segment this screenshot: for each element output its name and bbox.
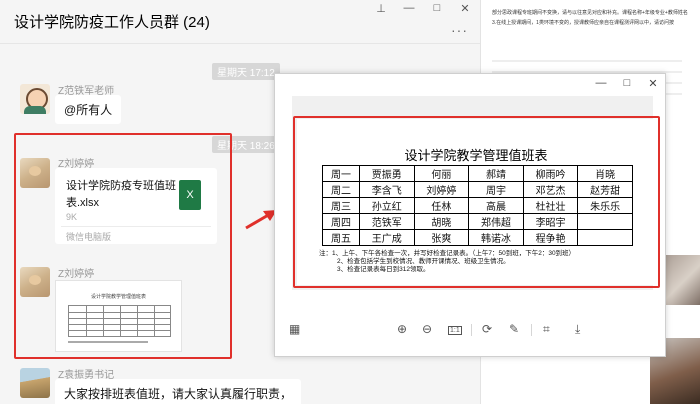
background-doc-line: 3.在线上授课期间，1类环境不变的，授课教师应亲自在课程测评网以中，请访问按 xyxy=(492,20,674,26)
viewer-toolbar: ▦ ⊕ ⊖ 1:1 ⟳ ✎ ⌗ ⤓ xyxy=(275,320,665,342)
chat-window-controls: ⊥ — □ ✕ xyxy=(374,2,472,15)
message-bubble[interactable]: @所有人 xyxy=(55,95,122,124)
message-bubble[interactable]: 大家按排班表值班，请大家认真履行职责， xyxy=(55,379,302,404)
background-doc-line: 部分思政课程专班期间不变换，请与以往意见对应和补充。课程名称+年级专业+教师姓名 xyxy=(492,10,688,16)
toolbar-divider xyxy=(531,324,532,336)
minimize-button[interactable]: — xyxy=(402,2,416,15)
maximize-button[interactable]: □ xyxy=(430,2,444,15)
background-document-text: 部分思政课程专班期间不变换，请与以往意见对应和补充。课程名称+年级专业+教师姓名… xyxy=(492,8,692,28)
highlight-box xyxy=(293,116,660,288)
pin-icon[interactable]: ⊥ xyxy=(374,2,388,15)
edit-icon[interactable]: ✎ xyxy=(509,322,519,336)
toolbar-divider xyxy=(471,324,472,336)
arrow-icon xyxy=(245,210,277,230)
zoom-in-icon[interactable]: ⊕ xyxy=(397,322,407,336)
crop-icon[interactable]: ⌗ xyxy=(543,322,550,337)
highlight-box xyxy=(14,133,232,359)
download-icon[interactable]: ⤓ xyxy=(575,322,580,337)
avatar[interactable] xyxy=(20,368,50,398)
maximize-button[interactable]: □ xyxy=(621,77,633,90)
timestamp: 星期天 17:12 xyxy=(212,63,280,80)
more-options-icon[interactable]: ··· xyxy=(451,22,468,38)
close-button[interactable]: ✕ xyxy=(647,77,659,90)
rotate-icon[interactable]: ⟳ xyxy=(482,322,492,336)
close-button[interactable]: ✕ xyxy=(458,2,472,15)
minimize-button[interactable]: — xyxy=(595,77,607,90)
viewer-window-controls: — □ ✕ xyxy=(595,77,659,90)
chat-title: 设计学院防疫工作人员群 (24) xyxy=(14,14,210,31)
zoom-out-icon[interactable]: ⊖ xyxy=(422,322,432,336)
chat-header: 设计学院防疫工作人员群 (24) ⊥ — □ ✕ ··· xyxy=(0,0,480,44)
actual-size-icon[interactable]: 1:1 xyxy=(448,326,462,335)
grid-icon[interactable]: ▦ xyxy=(289,322,300,336)
avatar[interactable] xyxy=(20,84,50,114)
